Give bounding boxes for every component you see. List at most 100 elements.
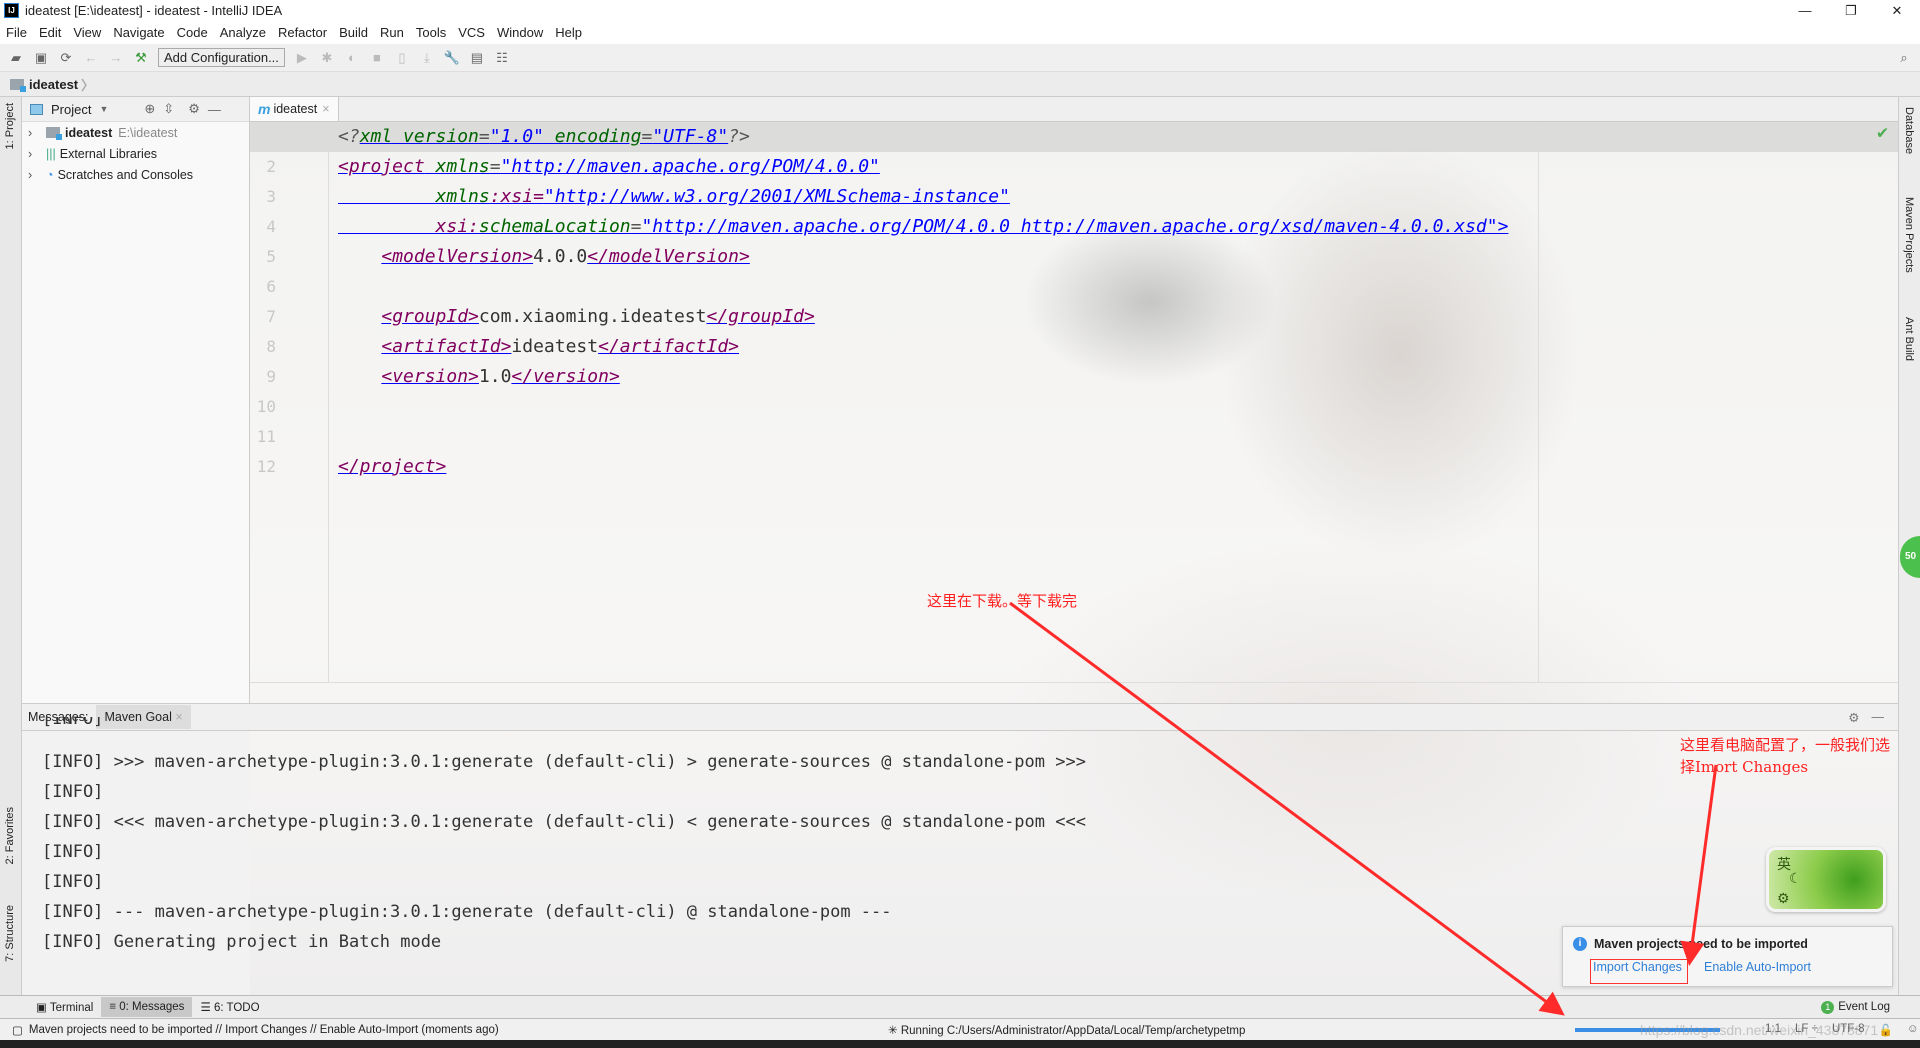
code-text: </project>	[338, 452, 446, 482]
code-text: <modelVersion>4.0.0</modelVersion>	[338, 242, 749, 272]
tree-item-ideatest[interactable]: › ideatest E:\ideatest	[22, 122, 249, 143]
debug-icon[interactable]: ✱	[319, 50, 335, 66]
update-icon[interactable]: ▯	[394, 50, 410, 66]
tree-item-label: External Libraries	[59, 146, 158, 161]
menu-navigate[interactable]: Navigate	[113, 25, 164, 40]
coverage-icon[interactable]: ◐	[344, 50, 360, 66]
info-icon: i	[1573, 937, 1587, 951]
code-line: 3 xmlns:xsi="http://www.w3.org/2001/XMLS…	[250, 182, 1898, 212]
favorites-tool-button[interactable]: 2: Favorites	[4, 807, 16, 864]
code-token: </version>	[511, 366, 620, 387]
project-view-icon	[30, 103, 43, 115]
project-structure-icon[interactable]: ▤	[469, 50, 485, 66]
line-number: 7	[266, 307, 276, 326]
tab-label: 6: TODO	[213, 1002, 260, 1014]
commit-icon[interactable]: ⤓	[419, 50, 435, 66]
project-tool-button[interactable]: 1: Project	[4, 103, 16, 149]
add-configuration-button[interactable]: Add Configuration...	[158, 48, 285, 67]
menu-refactor[interactable]: Refactor	[278, 25, 327, 40]
chevron-right-icon[interactable]: ›	[28, 147, 46, 161]
ime-widget[interactable]: 英 ☾ ⚙	[1766, 847, 1886, 912]
menu-edit[interactable]: Edit	[39, 25, 61, 40]
breadcrumb-item[interactable]: ideatest	[29, 77, 78, 92]
libraries-icon: |||	[46, 146, 56, 161]
run-icon[interactable]: ▶	[294, 50, 310, 66]
stop-icon[interactable]: ■	[369, 50, 385, 66]
sdk-icon[interactable]: ☷	[494, 50, 510, 66]
code-token: ?>	[728, 126, 750, 147]
hide-icon[interactable]: —	[208, 102, 221, 117]
hide-icon[interactable]: —	[1872, 710, 1885, 725]
collapse-all-icon[interactable]: ⇳	[163, 101, 174, 117]
menu-file[interactable]: File	[6, 25, 27, 40]
event-log-label: Event Log	[1838, 1001, 1890, 1013]
tab-maven-goal[interactable]: Maven Goal ×	[96, 705, 191, 729]
project-view-selector[interactable]: Project	[51, 102, 91, 117]
tree-item-scratches[interactable]: › ◔ Scratches and Consoles	[22, 164, 249, 185]
menu-help[interactable]: Help	[555, 25, 582, 40]
code-line: 11	[250, 422, 1898, 452]
maximize-button[interactable]: ❐	[1828, 3, 1874, 19]
tree-item-external-libraries[interactable]: › ||| External Libraries	[22, 143, 249, 164]
menu-analyze[interactable]: Analyze	[220, 25, 266, 40]
build-hammer-icon[interactable]: ⚒	[133, 50, 149, 66]
chevron-down-icon[interactable]: ▼	[99, 104, 108, 114]
menu-window[interactable]: Window	[497, 25, 543, 40]
close-tab-icon[interactable]: ×	[175, 710, 182, 724]
file-encoding[interactable]: UTF-8	[1832, 1023, 1865, 1037]
code-line: <?xml version="1.0" encoding="UTF-8"?>	[250, 122, 1898, 152]
tab-ideatest[interactable]: m ideatest ×	[250, 97, 339, 121]
menu-code[interactable]: Code	[177, 25, 208, 40]
intellij-logo-icon: IJ	[4, 3, 19, 18]
code-token: =	[489, 156, 501, 177]
close-tab-icon[interactable]: ×	[322, 102, 329, 116]
gear-icon[interactable]: ⚙	[1777, 890, 1790, 907]
close-button[interactable]: ✕	[1874, 3, 1920, 19]
maven-projects-tool-button[interactable]: Maven Projects	[1903, 197, 1915, 273]
code-line: 9 <version>1.0</version>	[250, 362, 1898, 392]
gear-icon[interactable]: ⚙	[1848, 710, 1859, 725]
settings-wrench-icon[interactable]: 🔧	[444, 50, 460, 66]
tab-messages[interactable]: ≡ 0: Messages	[101, 997, 193, 1017]
menu-tools[interactable]: Tools	[416, 25, 446, 40]
line-number: 6	[266, 277, 276, 296]
annotation-choose-2: 择Imort Changes	[1680, 758, 1809, 776]
save-icon[interactable]: ▣	[33, 50, 49, 66]
forward-icon[interactable]: →	[108, 50, 124, 66]
chevron-right-icon[interactable]: ›	[28, 126, 46, 140]
sync-icon[interactable]: ⟳	[58, 50, 74, 66]
back-icon[interactable]: ←	[83, 50, 99, 66]
open-icon[interactable]: ▰	[8, 50, 24, 66]
gear-icon[interactable]: ⚙	[188, 101, 200, 117]
code-token: </project>	[338, 456, 447, 477]
status-message[interactable]: Maven projects need to be imported // Im…	[29, 1024, 499, 1036]
menu-view[interactable]: View	[73, 25, 101, 40]
hector-icon[interactable]: ☺	[1907, 1023, 1919, 1037]
line-number: 5	[266, 247, 276, 266]
menu-build[interactable]: Build	[339, 25, 368, 40]
menu-run[interactable]: Run	[380, 25, 404, 40]
caret-position[interactable]: 1:1	[1765, 1023, 1781, 1037]
tab-terminal[interactable]: ▣ Terminal	[28, 996, 101, 1018]
locate-icon[interactable]: ⊕	[144, 101, 155, 117]
line-separator[interactable]: LF ÷	[1795, 1023, 1818, 1037]
status-toggle-icon[interactable]: ▢	[12, 1023, 23, 1037]
code-text: xsi:schemaLocation="http://maven.apache.…	[338, 212, 1509, 242]
minimize-button[interactable]: —	[1782, 3, 1828, 19]
enable-auto-import-link[interactable]: Enable Auto-Import	[1704, 960, 1811, 974]
editor-horizontal-scrollbar[interactable]	[250, 682, 1898, 703]
code-token: "1.0"	[489, 126, 544, 147]
folder-icon	[10, 78, 26, 92]
background-task[interactable]: ✳ Running C:/Users/Administrator/AppData…	[888, 1023, 1245, 1037]
menu-vcs[interactable]: VCS	[458, 25, 485, 40]
database-tool-button[interactable]: Database	[1903, 107, 1915, 154]
structure-tool-button[interactable]: 7: Structure	[4, 905, 16, 962]
chevron-right-icon[interactable]: ›	[28, 168, 46, 182]
tab-todo[interactable]: ☰ 6: TODO	[192, 996, 267, 1018]
ant-build-tool-button[interactable]: Ant Build	[1903, 317, 1915, 361]
lock-icon[interactable]: 🔓	[1879, 1023, 1893, 1037]
event-log-button[interactable]: 1 Event Log	[1821, 1000, 1890, 1014]
search-icon[interactable]: ⌕	[1896, 50, 1912, 66]
